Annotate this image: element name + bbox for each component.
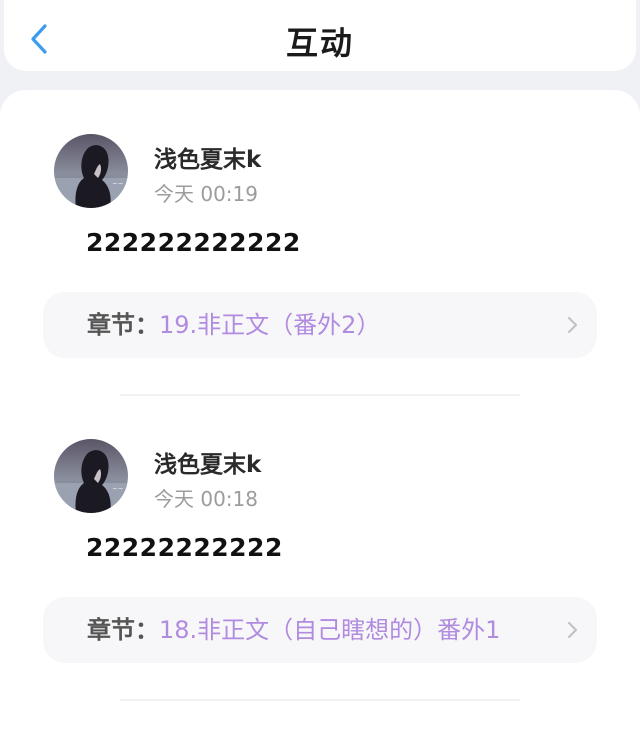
comment-item: ~~ 浅色夏末k 今天 00:18 22222222222 章节：18.非正文（…: [0, 395, 640, 695]
chapter-name: 19.非正文（番外2）: [159, 311, 381, 339]
comment-text: 22222222222: [86, 533, 283, 562]
avatar[interactable]: ~~: [54, 439, 128, 513]
username: 浅色夏末k: [154, 452, 262, 478]
timestamp: 今天 00:19: [154, 182, 258, 206]
chapter-link[interactable]: 章节：19.非正文（番外2）: [43, 292, 597, 358]
divider: [120, 699, 520, 701]
chevron-right-icon: [567, 621, 578, 639]
chapter-label: 章节：: [87, 616, 159, 644]
svg-text:~~: ~~: [112, 485, 124, 493]
comment-item: ~~ 浅色夏末k 今天 00:19 222222222222 章节：19.非正文…: [0, 90, 640, 390]
chapter-label: 章节：: [87, 311, 159, 339]
avatar[interactable]: ~~: [54, 134, 128, 208]
svg-text:~~: ~~: [112, 180, 124, 188]
chapter-link[interactable]: 章节：18.非正文（自己瞎想的）番外1: [43, 597, 597, 663]
chapter-name: 18.非正文（自己瞎想的）番外1: [159, 616, 501, 644]
comment-text: 222222222222: [86, 228, 301, 257]
chevron-right-icon: [567, 316, 578, 334]
username: 浅色夏末k: [154, 147, 262, 173]
timestamp: 今天 00:18: [154, 487, 258, 511]
comment-list: ~~ 浅色夏末k 今天 00:19 222222222222 章节：19.非正文…: [0, 90, 640, 730]
top-bar: 互动: [4, 0, 636, 71]
page-title: 互动: [285, 24, 354, 62]
